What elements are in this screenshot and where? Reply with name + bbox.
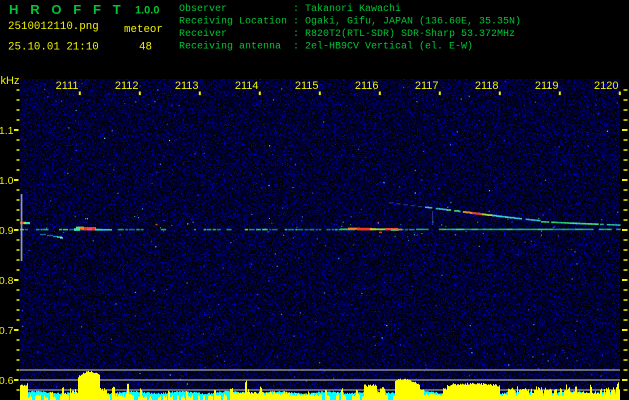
svg-text:2115: 2115 bbox=[295, 80, 319, 92]
svg-text:0.7: 0.7 bbox=[0, 325, 14, 337]
svg-text:2510012110.png: 2510012110.png bbox=[8, 21, 99, 33]
svg-text:1.0: 1.0 bbox=[0, 175, 14, 187]
svg-text:1.0.0: 1.0.0 bbox=[135, 5, 159, 17]
svg-text:Receiving antenna : 2el-HB9CV: Receiving antenna : 2el-HB9CV Vertical (… bbox=[179, 41, 473, 53]
svg-text:2111: 2111 bbox=[56, 80, 79, 92]
svg-text:0.9: 0.9 bbox=[0, 225, 14, 237]
svg-text:HROFFT: HROFFT bbox=[9, 2, 133, 17]
svg-text:2120: 2120 bbox=[594, 80, 618, 92]
svg-text:1.1: 1.1 bbox=[0, 125, 14, 137]
svg-text:2116: 2116 bbox=[355, 80, 379, 92]
svg-text:Receiving Location : Ogaki, Gi: Receiving Location : Ogaki, Gifu, JAPAN … bbox=[179, 16, 521, 28]
svg-text:25.10.01 21:10: 25.10.01 21:10 bbox=[8, 42, 99, 54]
svg-text:meteor: meteor bbox=[124, 24, 163, 36]
svg-text:Receiver : R820T2(RT: Receiver : R820T2(RTL-SDR) SDR-Sharp 53.… bbox=[179, 28, 515, 40]
svg-text:2118: 2118 bbox=[475, 80, 499, 92]
svg-text:48: 48 bbox=[139, 42, 152, 54]
svg-text:0.8: 0.8 bbox=[0, 275, 14, 287]
svg-text:kHz: kHz bbox=[1, 75, 20, 87]
svg-text:Observer : Takanori: Observer : Takanori Kawachi bbox=[179, 3, 401, 15]
svg-text:2113: 2113 bbox=[175, 80, 199, 92]
svg-text:2112: 2112 bbox=[115, 80, 139, 92]
svg-text:2114: 2114 bbox=[235, 80, 259, 92]
svg-text:2117: 2117 bbox=[415, 80, 439, 92]
svg-text:0.6: 0.6 bbox=[0, 375, 14, 387]
svg-text:2119: 2119 bbox=[535, 80, 559, 92]
